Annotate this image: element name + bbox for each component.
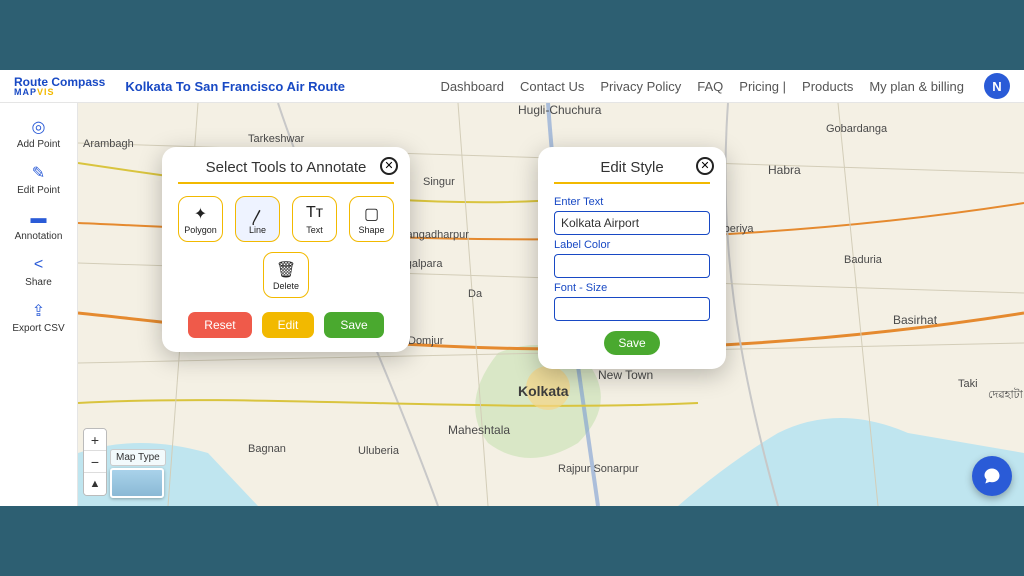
- basemap-thumbnail[interactable]: [110, 468, 164, 498]
- target-icon: ◎: [32, 118, 46, 136]
- chat-button[interactable]: [972, 456, 1012, 496]
- map-label-gobardanga: Gobardanga: [826, 123, 887, 135]
- map-label-domjur: Domjur: [408, 335, 443, 347]
- style-save-button[interactable]: Save: [604, 331, 659, 355]
- export-icon: ⇪: [32, 302, 45, 320]
- map-label-arambagh: Arambagh: [83, 138, 134, 150]
- map-label-basirhat: Basirhat: [893, 313, 937, 327]
- tool-polygon[interactable]: ✦ Polygon: [178, 196, 223, 242]
- zoom-controls: + − ▲: [83, 428, 107, 496]
- font-size-label: Font - Size: [554, 282, 710, 294]
- label-color-input[interactable]: [554, 254, 710, 278]
- comment-icon: ▬: [30, 210, 46, 228]
- map-label-taki: Taki: [958, 378, 978, 390]
- edit-style-panel: ✕ Edit Style Enter Text Label Color Font…: [538, 147, 726, 369]
- top-nav: Route Compass MAPVIS Kolkata To San Fran…: [0, 70, 1024, 103]
- brand-subtitle: MAPVIS: [14, 88, 105, 97]
- tool-label: Text: [306, 225, 323, 235]
- map-canvas[interactable]: Kolkata New Town Habra Basirhat Maheshta…: [78, 103, 1024, 506]
- zoom-in-button[interactable]: +: [84, 429, 106, 451]
- tool-label: Delete: [273, 281, 299, 291]
- app-window: Route Compass MAPVIS Kolkata To San Fran…: [0, 70, 1024, 506]
- sidebar-item-label: Annotation: [15, 231, 63, 242]
- avatar[interactable]: N: [984, 73, 1010, 99]
- nav-faq[interactable]: FAQ: [697, 79, 723, 94]
- sidebar-annotation[interactable]: ▬ Annotation: [15, 210, 63, 242]
- map-label-bengali: দেৱহাটা: [988, 386, 1023, 405]
- sidebar-item-label: Export CSV: [12, 323, 64, 334]
- page-title: Kolkata To San Francisco Air Route: [125, 79, 345, 94]
- tool-line[interactable]: 〳 Line: [235, 196, 280, 242]
- map-type-toggle[interactable]: Map Type: [110, 449, 166, 466]
- nav-dashboard[interactable]: Dashboard: [440, 79, 504, 94]
- map-label-kolkata: Kolkata: [518, 383, 569, 399]
- map-label-newtown: New Town: [598, 368, 653, 382]
- close-icon[interactable]: ✕: [696, 157, 714, 175]
- north-arrow-button[interactable]: ▲: [84, 473, 106, 495]
- share-icon: <: [34, 256, 43, 274]
- annotate-tools-panel: ✕ Select Tools to Annotate ✦ Polygon 〳 L…: [162, 147, 410, 352]
- pencil-icon: ✎: [32, 164, 45, 182]
- reset-button[interactable]: Reset: [188, 312, 251, 338]
- map-label-tarkeshwar: Tarkeshwar: [248, 133, 304, 145]
- sidebar-export-csv[interactable]: ⇪ Export CSV: [12, 302, 64, 334]
- tool-label: Line: [249, 225, 266, 235]
- tool-delete[interactable]: 🗑 Delete: [263, 252, 309, 298]
- sidebar-item-label: Edit Point: [17, 185, 60, 196]
- map-label-habra: Habra: [768, 163, 801, 177]
- sidebar-edit-point[interactable]: ✎ Edit Point: [17, 164, 60, 196]
- text-input[interactable]: [554, 211, 710, 235]
- left-sidebar: ◎ Add Point ✎ Edit Point ▬ Annotation < …: [0, 103, 78, 506]
- close-icon[interactable]: ✕: [380, 157, 398, 175]
- text-icon: Tᴛ: [306, 204, 323, 222]
- nav-plan[interactable]: My plan & billing: [869, 79, 964, 94]
- shape-icon: ▢: [364, 204, 379, 222]
- map-label-rajpur: Rajpur Sonarpur: [558, 463, 639, 475]
- map-label-singur: Singur: [423, 176, 455, 188]
- map-label-da: Da: [468, 288, 482, 300]
- panel-title: Select Tools to Annotate: [178, 159, 394, 184]
- panel-title: Edit Style: [554, 159, 710, 184]
- tool-text[interactable]: Tᴛ Text: [292, 196, 337, 242]
- nav-contact[interactable]: Contact Us: [520, 79, 584, 94]
- nav-products[interactable]: Products: [802, 79, 853, 94]
- sidebar-item-label: Share: [25, 277, 52, 288]
- edit-button[interactable]: Edit: [262, 312, 315, 338]
- font-size-input[interactable]: [554, 297, 710, 321]
- sidebar-item-label: Add Point: [17, 139, 60, 150]
- nav-pricing[interactable]: Pricing |: [739, 79, 786, 94]
- map-label-uluberia: Uluberia: [358, 445, 399, 457]
- sidebar-share[interactable]: < Share: [25, 256, 52, 288]
- trash-icon: 🗑: [276, 260, 296, 278]
- enter-text-label: Enter Text: [554, 196, 710, 208]
- label-color-label: Label Color: [554, 239, 710, 251]
- map-label-maheshtala: Maheshtala: [448, 423, 510, 437]
- polygon-icon: ✦: [194, 204, 207, 222]
- chat-icon: [982, 466, 1002, 486]
- map-label-baduria: Baduria: [844, 254, 882, 266]
- tool-label: Shape: [358, 225, 384, 235]
- save-button[interactable]: Save: [324, 312, 383, 338]
- sidebar-add-point[interactable]: ◎ Add Point: [17, 118, 60, 150]
- zoom-out-button[interactable]: −: [84, 451, 106, 473]
- map-label-hugli: Hugli-Chuchura: [518, 103, 601, 117]
- nav-privacy[interactable]: Privacy Policy: [600, 79, 681, 94]
- tool-shape[interactable]: ▢ Shape: [349, 196, 394, 242]
- map-label-bagnan: Bagnan: [248, 443, 286, 455]
- brand-logo[interactable]: Route Compass MAPVIS: [14, 76, 105, 97]
- tool-label: Polygon: [184, 225, 217, 235]
- line-icon: 〳: [249, 204, 265, 222]
